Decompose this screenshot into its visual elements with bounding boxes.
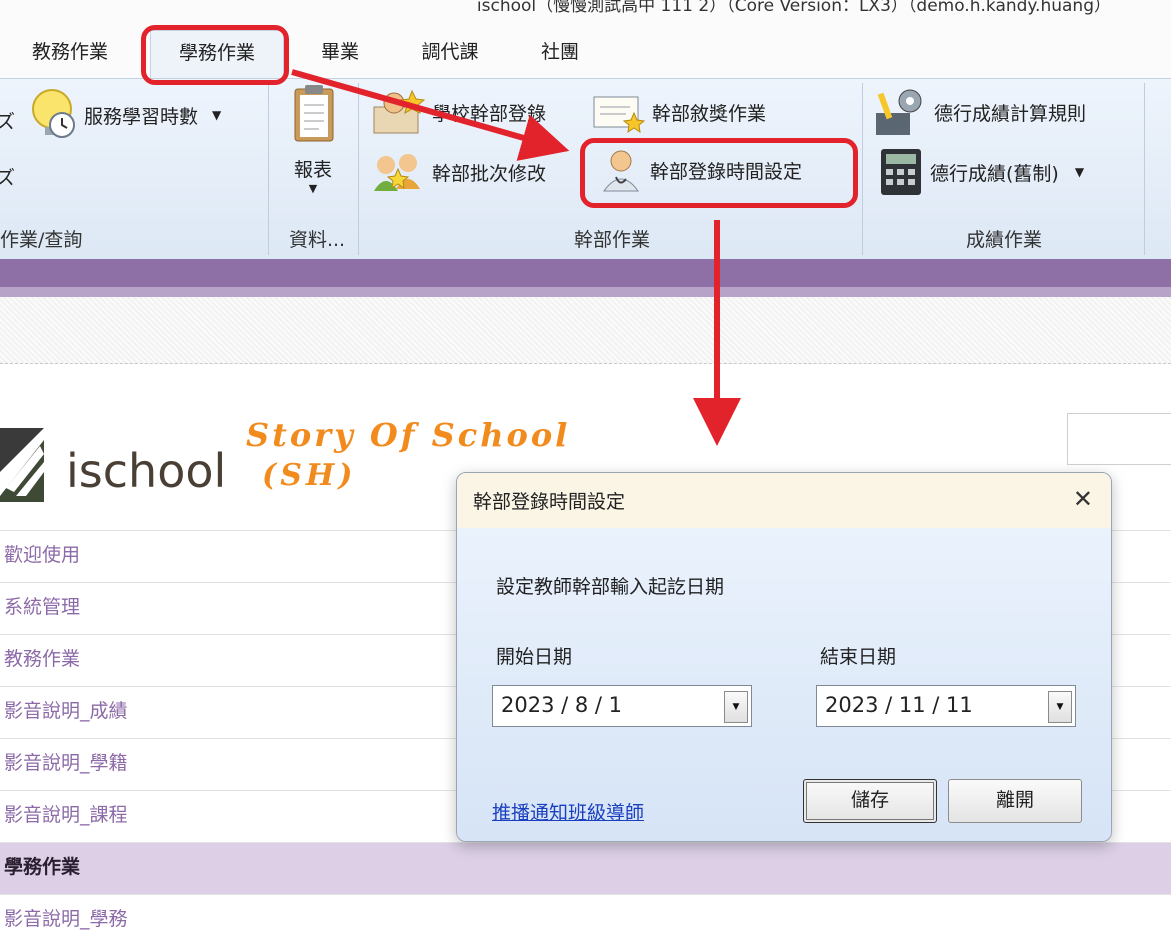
notify-homeroom-teacher-link[interactable]: 推播通知班級導師 <box>492 798 644 825</box>
close-icon[interactable]: ✕ <box>1073 485 1093 513</box>
cadre-batch-edit-label: 幹部批次修改 <box>432 162 547 185</box>
group-separator <box>862 83 863 255</box>
cadre-award-label: 幹部敘獎作業 <box>652 102 767 125</box>
purple-header-bar <box>0 259 1171 297</box>
ribbon-left-cut-icon-2[interactable]: ズ <box>0 163 15 190</box>
cadre-time-setting-button[interactable]: 幹部登錄時間設定 <box>598 147 802 193</box>
conduct-grade-rule-label: 德行成績計算規則 <box>934 102 1087 125</box>
tools-gear-icon <box>876 89 922 135</box>
group-separator <box>1144 83 1145 255</box>
dialog-description: 設定教師幹部輸入起訖日期 <box>496 576 725 598</box>
clipboard-report-icon <box>294 85 334 142</box>
chevron-down-icon[interactable]: ▼ <box>1048 691 1072 723</box>
tab-student-affairs[interactable]: 學務作業 <box>150 30 284 78</box>
cadre-batch-edit-button[interactable]: 幹部批次修改 <box>370 149 546 195</box>
story-sub-text: (SH) <box>262 458 357 493</box>
ischool-logo-icon <box>0 428 44 502</box>
service-learning-button[interactable]: 服務學習時數 ▼ <box>28 87 221 143</box>
data-group-label: 資料... <box>288 229 346 251</box>
dialog-title: 幹部登錄時間設定 <box>473 491 626 513</box>
end-date-value: 2023 / 11 / 11 <box>825 693 973 717</box>
group-separator <box>358 83 359 255</box>
cadre-award-button[interactable]: 幹部敘獎作業 <box>592 89 766 135</box>
doctor-person-icon <box>603 150 639 192</box>
school-cadre-register-button[interactable]: 學校幹部登錄 <box>372 89 546 135</box>
start-date-label: 開始日期 <box>496 646 573 668</box>
dialog-body: 設定教師幹部輸入起訖日期 開始日期 結束日期 2023 / 8 / 1 ▼ 20… <box>457 528 1111 841</box>
chevron-down-icon[interactable]: ▼ <box>724 691 748 723</box>
window-titlebar: ischool（慢慢測試高中 111 2）（Core Version：LX3）（… <box>0 0 1171 30</box>
nav-item-active[interactable]: 學務作業 <box>0 842 1171 894</box>
start-date-picker[interactable]: 2023 / 8 / 1 ▼ <box>492 685 752 727</box>
leave-button[interactable]: 離開 <box>948 779 1082 823</box>
ischool-logo-text: ischool <box>66 444 227 498</box>
service-learning-label: 服務學習時數 <box>84 105 199 128</box>
hatched-band <box>0 297 1171 364</box>
cadre-group-label: 幹部作業 <box>573 229 650 251</box>
start-date-value: 2023 / 8 / 1 <box>501 693 623 717</box>
report-dropdown-caret-icon: ▼ <box>308 182 318 195</box>
story-of-school-text: Story Of School <box>246 416 571 454</box>
dialog-titlebar: 幹部登錄時間設定 ✕ <box>457 473 1111 528</box>
tab-substitute-class[interactable]: 調代課 <box>400 30 500 78</box>
lightbulb-clock-icon <box>32 89 75 138</box>
menu-tab-bar: 教務作業 學務作業 畢業 調代課 社團 <box>0 30 1171 78</box>
calculator-icon <box>881 149 921 195</box>
cadre-time-setting-dialog: 幹部登錄時間設定 ✕ 設定教師幹部輸入起訖日期 開始日期 結束日期 2023 /… <box>456 472 1112 842</box>
search-input[interactable] <box>1067 413 1171 465</box>
save-button[interactable]: 儲存 <box>803 779 937 823</box>
certificate-award-icon <box>593 96 646 134</box>
tab-academic-affairs[interactable]: 教務作業 <box>10 30 130 78</box>
tab-club[interactable]: 社團 <box>520 30 600 78</box>
people-group-icon <box>374 154 420 191</box>
report-label: 報表 <box>293 159 332 181</box>
grade-group-label: 成績作業 <box>965 229 1042 251</box>
dropdown-caret-icon: ▼ <box>212 108 222 122</box>
conduct-grade-legacy-label: 德行成績(舊制) <box>930 162 1059 185</box>
ribbon-left-cut-icon[interactable]: ズ <box>0 107 15 134</box>
nav-item[interactable]: 影音說明_學務 <box>0 894 1171 946</box>
end-date-label: 結束日期 <box>820 646 897 668</box>
conduct-grade-legacy-button[interactable]: 德行成績(舊制) ▼ <box>878 147 1084 197</box>
left-group-label: 作業/查詢 <box>0 229 83 251</box>
cadre-register-icon <box>373 89 426 134</box>
school-cadre-register-label: 學校幹部登錄 <box>432 102 547 125</box>
ribbon: ズ ズ 服務學習時數 ▼ 作業/查詢 報表 ▼ 資料... 學校幹部登錄 幹部敘… <box>0 78 1171 260</box>
conduct-grade-rule-button[interactable]: 德行成績計算規則 <box>874 87 1086 137</box>
window-title: ischool（慢慢測試高中 111 2）（Core Version：LX3）（… <box>476 0 1111 16</box>
tab-graduation[interactable]: 畢業 <box>300 30 380 78</box>
dropdown-caret-icon: ▼ <box>1074 165 1085 179</box>
report-button[interactable]: 報表 ▼ <box>278 83 348 218</box>
end-date-picker[interactable]: 2023 / 11 / 11 ▼ <box>816 685 1076 727</box>
cadre-time-setting-label: 幹部登錄時間設定 <box>650 160 803 183</box>
group-separator <box>268 83 269 255</box>
